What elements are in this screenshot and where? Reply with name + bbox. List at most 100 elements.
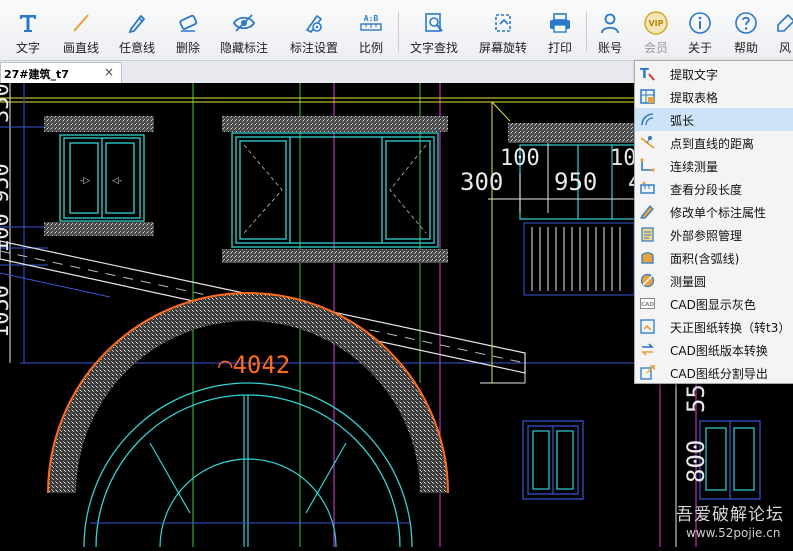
menu-item-extract-table[interactable]: 提取表格 xyxy=(635,85,793,108)
tab-drawing[interactable]: 27#建筑_t7 × xyxy=(0,62,122,83)
style-icon xyxy=(772,10,793,36)
text-label: 文字 xyxy=(15,41,40,55)
dimension-text: 100 xyxy=(0,213,14,253)
area-icon xyxy=(640,250,655,265)
menu-item-label: CAD图显示灰色 xyxy=(670,298,756,312)
dimension-text: 950 xyxy=(0,163,14,203)
tangent-convert-icon xyxy=(640,319,655,334)
menu-item-label: CAD图纸版本转换 xyxy=(670,344,768,358)
watermark-title: 吾爱破解论坛 xyxy=(676,505,784,525)
menu-item-measure-circle[interactable]: 测量圆 xyxy=(635,269,793,292)
vip-icon: VIP xyxy=(643,10,669,36)
vip-label: 会员 xyxy=(643,41,668,55)
about-button[interactable]: 关于 xyxy=(680,0,720,60)
menu-item-extract-text[interactable]: T 提取文字 xyxy=(635,62,793,85)
print-label: 打印 xyxy=(547,41,572,55)
text-search-icon xyxy=(421,10,447,36)
point-line-distance-icon xyxy=(640,135,655,150)
vip-button[interactable]: VIP 会员 xyxy=(636,0,676,60)
menu-item-segment-length[interactable]: 查看分段长度 xyxy=(635,177,793,200)
menu-item-area[interactable]: 面积(含弧线) xyxy=(635,246,793,269)
style-label: 风 xyxy=(778,41,791,55)
dimension-text: 55 xyxy=(682,384,710,413)
line-icon xyxy=(68,10,94,36)
delete-label: 删除 xyxy=(175,41,200,55)
print-button[interactable]: 打印 xyxy=(540,0,580,60)
extract-table-icon xyxy=(640,89,655,104)
svg-text:VIP: VIP xyxy=(648,19,663,28)
dimension-settings-icon xyxy=(301,10,327,36)
tab-title: 27#建筑_t7 xyxy=(4,68,69,81)
gray-display-icon: CAD xyxy=(640,296,655,311)
dimension-text: 800 xyxy=(682,440,710,483)
menu-item-label: 天正图纸转换（转t3） xyxy=(670,321,791,335)
version-convert-icon xyxy=(640,342,655,357)
freehand-label: 任意线 xyxy=(118,41,155,55)
scale-button[interactable]: A:B 比例 xyxy=(348,0,394,60)
text-button[interactable]: 文字 xyxy=(0,0,56,60)
menu-item-label: CAD图纸分割导出 xyxy=(670,367,768,381)
hide-annotation-label: 隐藏标注 xyxy=(219,41,268,55)
edit-dimension-icon xyxy=(640,204,655,219)
svg-text:A:B: A:B xyxy=(364,14,379,23)
text-icon xyxy=(15,10,41,36)
menu-item-continuous-measure[interactable]: 连续测量 xyxy=(635,154,793,177)
menu-item-label: 点到直线的距离 xyxy=(670,137,755,151)
eraser-icon xyxy=(175,10,201,36)
menu-item-xref[interactable]: 外部参照管理 xyxy=(635,223,793,246)
window xyxy=(522,420,761,500)
account-button[interactable]: 账号 xyxy=(590,0,630,60)
text-search-label: 文字查找 xyxy=(409,41,458,55)
window-sill xyxy=(508,123,638,143)
menu-item-label: 查看分段长度 xyxy=(670,183,743,197)
menu-item-point-line-distance[interactable]: 点到直线的距离 xyxy=(635,131,793,154)
menu-item-edit-dimension[interactable]: 修改单个标注属性 xyxy=(635,200,793,223)
dimension-text: 350 xyxy=(0,83,14,123)
menu-item-label: 提取表格 xyxy=(670,91,719,105)
close-icon[interactable]: × xyxy=(104,65,114,79)
style-button[interactable]: 风 xyxy=(770,0,793,60)
account-label: 账号 xyxy=(597,41,622,55)
arc-length-text: ⌒4042 xyxy=(218,351,290,379)
freehand-button[interactable]: 任意线 xyxy=(106,0,168,60)
toolbar: 文字 画直线 任意线 删除 隐藏标注 标注设置 A:B 比例 文字查找 屏幕旋转… xyxy=(0,0,793,61)
menu-item-version-convert[interactable]: CAD图纸版本转换 xyxy=(635,338,793,361)
eye-icon xyxy=(231,10,257,36)
menu-item-gray-display[interactable]: CAD CAD图显示灰色 xyxy=(635,292,793,315)
dimension-text: 1050 xyxy=(0,285,14,338)
delete-button[interactable]: 删除 xyxy=(168,0,208,60)
draw-line-button[interactable]: 画直线 xyxy=(56,0,106,60)
svg-text:T: T xyxy=(640,67,649,81)
dimension-settings-button[interactable]: 标注设置 xyxy=(280,0,348,60)
measure-circle-icon xyxy=(640,273,655,288)
scale-label: 比例 xyxy=(358,41,383,55)
rotate-screen-label: 屏幕旋转 xyxy=(478,41,527,55)
menu-item-label: 修改单个标注属性 xyxy=(670,206,767,220)
help-label: 帮助 xyxy=(733,41,758,55)
draw-line-label: 画直线 xyxy=(62,41,99,55)
toolbar-separator xyxy=(398,12,399,52)
help-button[interactable]: 帮助 xyxy=(726,0,766,60)
help-icon xyxy=(733,10,759,36)
arc-length-icon xyxy=(640,112,655,127)
toolbar-separator xyxy=(586,12,587,52)
split-export-icon xyxy=(640,365,655,380)
dimension-settings-label: 标注设置 xyxy=(289,41,338,55)
pen-icon xyxy=(124,10,150,36)
svg-text:CAD: CAD xyxy=(641,302,654,308)
text-search-button[interactable]: 文字查找 xyxy=(402,0,466,60)
menu-item-label: 面积(含弧线) xyxy=(670,252,740,266)
rotate-screen-button[interactable]: 屏幕旋转 xyxy=(474,0,532,60)
window-sill xyxy=(222,249,448,263)
menu-item-split-export[interactable]: CAD图纸分割导出 xyxy=(635,361,793,384)
menu-item-arc-length[interactable]: 弧长 xyxy=(635,108,793,131)
menu-item-tangent-convert[interactable]: 天正图纸转换（转t3） xyxy=(635,315,793,338)
hinge-mark: -▷ xyxy=(80,176,90,186)
account-icon xyxy=(597,10,623,36)
hide-annotation-button[interactable]: 隐藏标注 xyxy=(208,0,280,60)
menu-item-label: 外部参照管理 xyxy=(670,229,743,243)
window xyxy=(59,134,145,222)
info-icon xyxy=(687,10,713,36)
menu-item-label: 弧长 xyxy=(670,114,695,128)
scale-icon: A:B xyxy=(358,10,384,36)
